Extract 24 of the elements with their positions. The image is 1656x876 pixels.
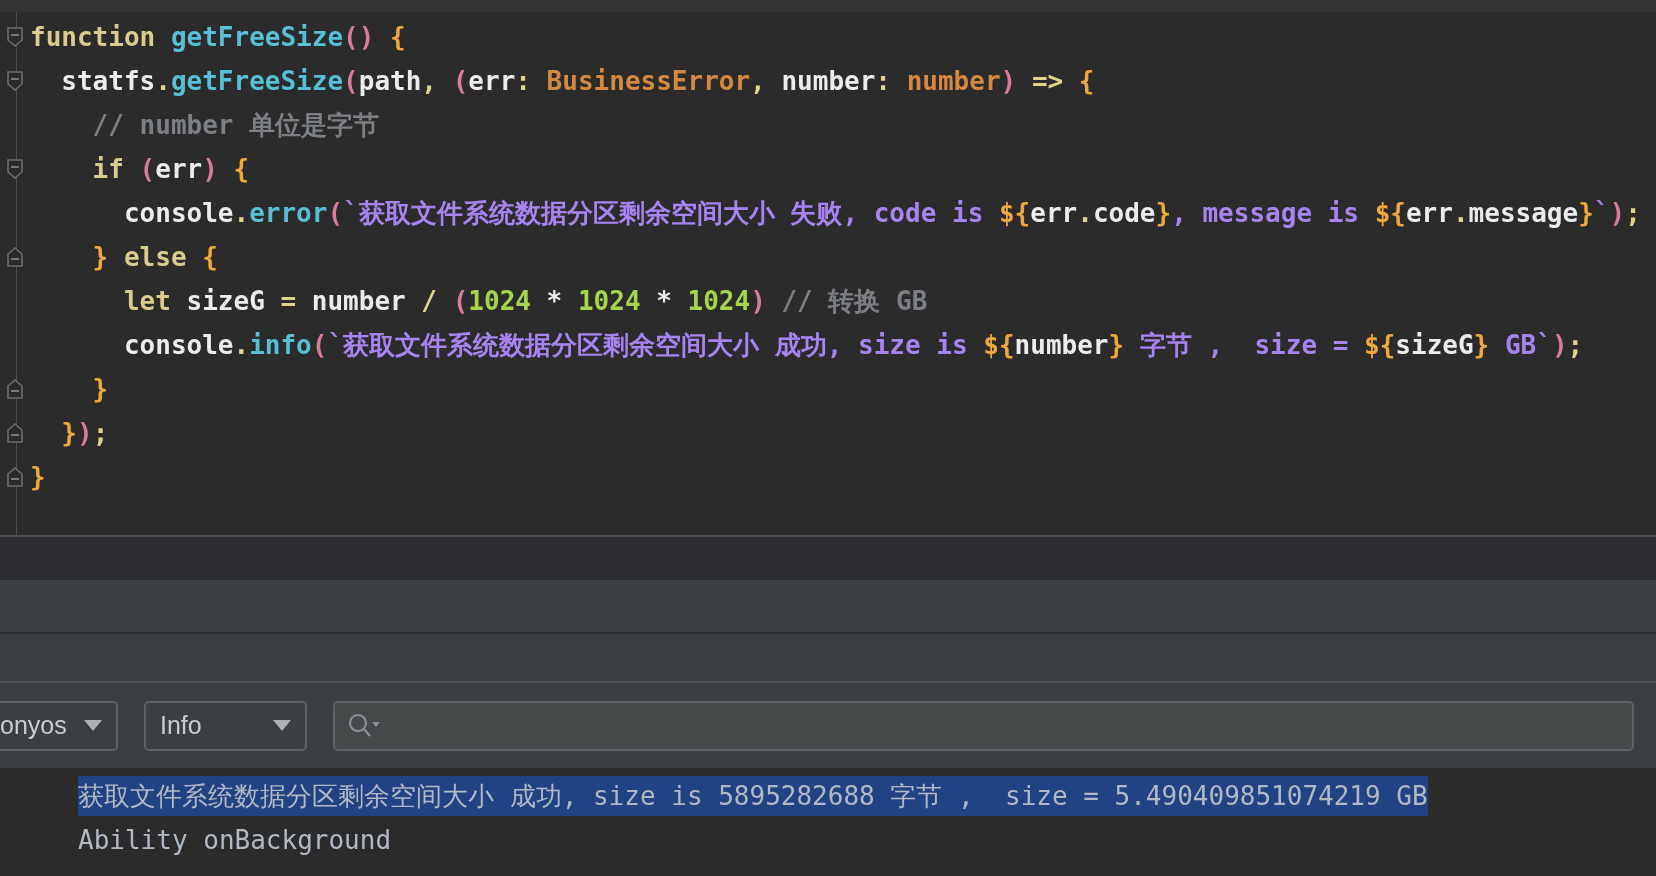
process-dropdown[interactable]: onyos <box>0 700 118 751</box>
code-line: }); <box>60 417 110 450</box>
code-line: function getFreeSize() { <box>30 21 407 54</box>
code-line: console.info(`获取文件系统数据分区剩余空间大小 成功, size is ${number} 字节 , size = ${sizeG} GB`); <box>122 329 1585 362</box>
fold-icon[interactable] <box>6 422 24 444</box>
fold-icon[interactable] <box>6 70 24 92</box>
code-line: } else { <box>91 241 219 274</box>
code-line: // number 单位是字节 <box>91 109 381 142</box>
code-line: if (err) { <box>91 153 251 186</box>
caret-icon <box>273 720 291 731</box>
log-line[interactable]: Ability onBackground <box>78 820 392 860</box>
fold-icon[interactable] <box>6 466 24 488</box>
code-line: } <box>30 461 47 494</box>
fold-icon[interactable] <box>6 158 24 180</box>
search-field[interactable] <box>333 700 1634 751</box>
code-line: } <box>91 373 110 406</box>
code-line: console.error(`获取文件系统数据分区剩余空间大小 失败, code is ${err.code}, message is ${err.message}`); <box>122 197 1641 230</box>
code-line: let sizeG = number / (1024 * 1024 * 1024) // 转换 GB <box>122 285 929 318</box>
log-level-dropdown[interactable]: Info <box>144 700 307 751</box>
caret-icon <box>84 720 102 731</box>
fold-icon[interactable] <box>6 378 24 400</box>
fold-icon[interactable] <box>6 246 24 268</box>
code-line: statfs.getFreeSize(path, (err: BusinessError, number: number) => { <box>60 65 1096 98</box>
fold-icon[interactable] <box>6 26 24 48</box>
